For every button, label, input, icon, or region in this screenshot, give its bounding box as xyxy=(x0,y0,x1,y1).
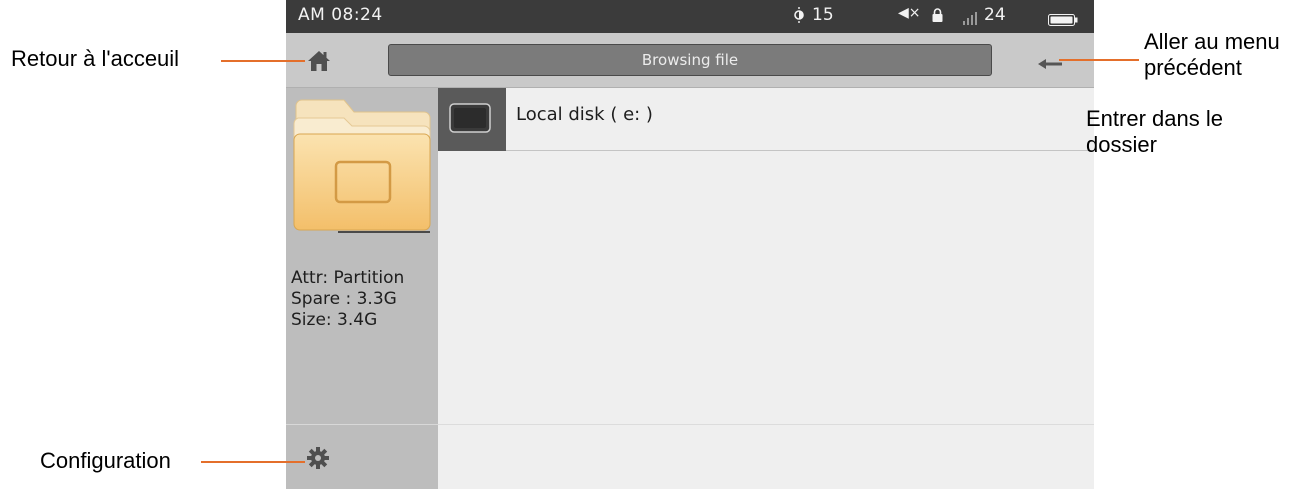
annotation-back-line2: précédent xyxy=(1144,55,1242,80)
annotation-back-line1: Aller au menu xyxy=(1144,29,1280,54)
folder-tablet-icon xyxy=(292,96,434,236)
signal-bars-icon xyxy=(963,12,977,25)
annotation-home: Retour à l'acceuil xyxy=(11,46,180,71)
annotation-settings: Configuration xyxy=(40,448,171,473)
device-screen: AM 08:24 15 ◀× 24 Browsing file Attr: Pa… xyxy=(286,0,1094,489)
partition-info: Attr: Partition Spare : 3.3G Size: 3.4G xyxy=(291,268,404,331)
annotation-enter-line1: Entrer dans le xyxy=(1086,106,1223,131)
sidebar-divider xyxy=(286,424,438,425)
leader-line-back xyxy=(1059,59,1139,61)
file-row-local-disk[interactable]: Local disk ( e: ) xyxy=(438,88,1094,151)
annotation-back: Aller au menu précédent xyxy=(1144,29,1280,81)
lock-icon xyxy=(932,7,943,27)
annotation-enter-line2: dossier xyxy=(1086,132,1157,157)
leader-line-home xyxy=(221,60,305,62)
annotation-enter: Entrer dans le dossier xyxy=(1086,106,1223,158)
gear-icon[interactable] xyxy=(306,446,330,470)
signal-indicator: 24 xyxy=(962,5,1006,25)
battery-icon xyxy=(1048,11,1078,31)
screen-title: Browsing file xyxy=(388,44,992,76)
file-name: Local disk ( e: ) xyxy=(516,104,653,125)
spare-text: Spare : 3.3G xyxy=(291,289,397,309)
speaker-mute-icon: ◀× xyxy=(898,5,921,21)
file-list: Local disk ( e: ) xyxy=(438,88,1094,489)
sidebar: Attr: Partition Spare : 3.3G Size: 3.4G xyxy=(286,88,438,489)
attr-text: Attr: Partition xyxy=(291,268,405,288)
size-text: Size: 3.4G xyxy=(291,310,378,330)
status-bar: AM 08:24 15 ◀× 24 xyxy=(286,0,1094,33)
tablet-icon xyxy=(438,88,506,151)
toolbar: Browsing file xyxy=(286,33,1094,88)
leader-line-settings xyxy=(201,461,305,463)
home-icon[interactable] xyxy=(307,50,331,72)
brightness-icon xyxy=(794,7,804,23)
list-footer-divider xyxy=(438,424,1094,425)
clock: AM 08:24 xyxy=(298,5,383,25)
brightness-value: 15 xyxy=(812,5,834,25)
signal-value: 24 xyxy=(984,5,1006,25)
brightness-indicator: 15 xyxy=(792,5,834,25)
back-arrow-icon[interactable] xyxy=(1038,55,1062,69)
